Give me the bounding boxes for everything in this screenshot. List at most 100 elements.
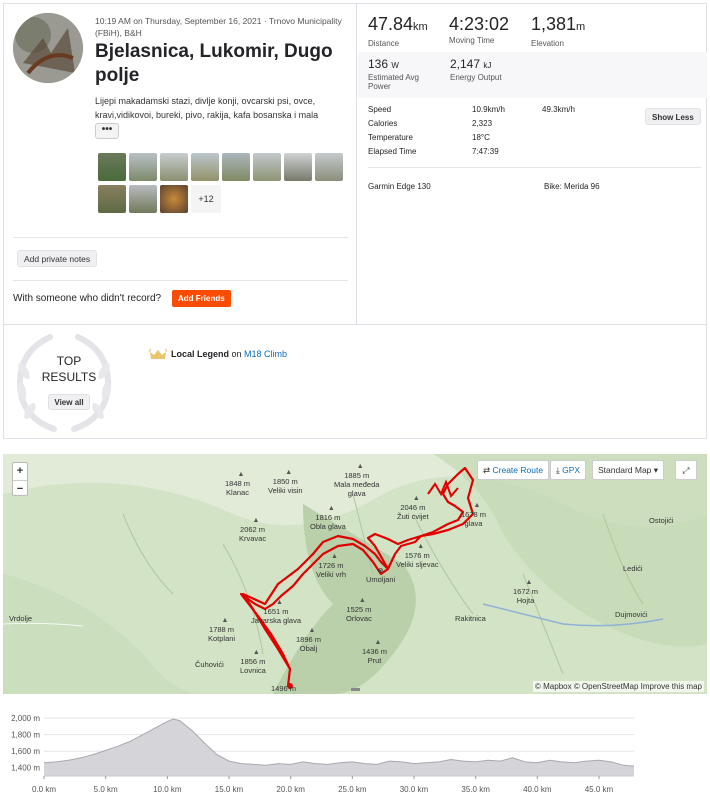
- secondary-stats: 136 W Estimated Avg Power 2,147 kJ Energ…: [358, 52, 707, 98]
- more-description-button[interactable]: •••: [95, 123, 119, 139]
- avatar-image: [13, 13, 83, 83]
- zoom-out-button[interactable]: −: [13, 480, 27, 496]
- divider: [4, 324, 706, 325]
- activity-summary: 10:19 AM on Thursday, September 16, 2021…: [4, 4, 357, 324]
- segment-link[interactable]: M18 Climb: [244, 349, 287, 359]
- local-legend-achievement: Local Legend on M18 Climb: [149, 347, 287, 361]
- peak-name: 2046 m Žuti cvijet: [397, 503, 429, 521]
- add-private-notes-button[interactable]: Add private notes: [17, 250, 98, 267]
- add-friends-button[interactable]: Add Friends: [172, 290, 231, 307]
- peak-label: ▲ 1436 m Prut: [362, 638, 387, 665]
- peak-label: ▲ 1678 m glava: [461, 501, 486, 528]
- detail-label: Speed: [368, 105, 392, 114]
- peak-label: 1496 m: [271, 684, 296, 693]
- chevron-down-icon: ▾: [653, 465, 659, 475]
- stat-value: 1,381: [531, 14, 577, 34]
- photo-thumbnail[interactable]: [160, 153, 188, 181]
- stat-label: Distance: [368, 39, 400, 48]
- route-map[interactable]: + − ⇄ Create Route ⤓ GPX Standard Map ▾ …: [3, 454, 707, 694]
- divider: [13, 237, 348, 238]
- map-attribution[interactable]: © Mapbox © OpenStreetMap Improve this ma…: [533, 681, 704, 692]
- zoom-in-button[interactable]: +: [13, 463, 27, 479]
- divider: [13, 280, 348, 281]
- peak-name: 1896 m Obalj: [296, 635, 322, 653]
- stat-unit: m: [576, 21, 586, 33]
- peak-label: ▲ 1788 m Kotplani: [208, 616, 235, 643]
- peak-label: ▲ 2062 m Krvavac: [239, 516, 266, 543]
- peak-icon: ▲: [374, 639, 382, 646]
- avatar[interactable]: [13, 13, 83, 83]
- stat-value: 4:23:02: [449, 14, 510, 34]
- download-icon: ⤓: [556, 465, 560, 475]
- map-style-select[interactable]: Standard Map ▾: [592, 460, 665, 480]
- stat-value: 47.84: [368, 14, 414, 34]
- view-all-button[interactable]: View all: [48, 394, 90, 410]
- peak-name: 1651 m Javarska glava: [251, 607, 302, 625]
- fullscreen-button[interactable]: ⤢: [675, 460, 697, 480]
- photo-thumbnail[interactable]: [284, 153, 312, 181]
- place-label: ⊗ Umoljani: [366, 566, 395, 584]
- detail-label: Calories: [368, 119, 398, 128]
- x-tick-label: 5.0 km: [94, 785, 118, 794]
- peak-icon: ▲: [473, 502, 481, 509]
- local-legend-connector: on: [229, 349, 245, 359]
- photo-thumbnail[interactable]: [253, 153, 281, 181]
- elevation-profile-chart[interactable]: 2,000 m 1,800 m 1,600 m 1,400 m 0.0 km 5.0 km…: [0, 706, 710, 800]
- zoom-controls: + −: [12, 462, 28, 496]
- peak-label: ▲ 1651 m Javarska glava: [251, 598, 301, 625]
- place-label: Vrdolje: [9, 614, 33, 623]
- stat-label: Energy Output: [450, 73, 502, 82]
- peak-label: ▲ 1672 m Hojta: [513, 578, 538, 605]
- peak-name: 1672 m Hojta: [513, 587, 539, 605]
- peak-label: ▲ 1726 m Veliki vrh: [316, 552, 346, 579]
- photo-thumbnail[interactable]: [129, 153, 157, 181]
- photo-thumbnail[interactable]: [129, 185, 157, 213]
- gpx-label: GPX: [562, 465, 581, 475]
- peak-name: 1885 m Mala međeda glava: [334, 471, 380, 498]
- detail-value: 10.9km/h: [472, 105, 505, 114]
- peak-name: 2062 m Krvavac: [239, 525, 267, 543]
- peak-name: 1850 m Veliki visin: [268, 477, 303, 495]
- activity-meta: 10:19 AM on Thursday, September 16, 2021…: [95, 16, 342, 38]
- photo-thumbnail[interactable]: [191, 153, 219, 181]
- peak-icon: ▲: [252, 517, 260, 524]
- stat-unit: kJ: [483, 61, 492, 70]
- record-prompt: With someone who didn't record?: [13, 293, 162, 304]
- show-less-button[interactable]: Show Less: [645, 108, 701, 125]
- peak-icon: ▲: [412, 495, 420, 502]
- peak-icon: ▲: [308, 627, 316, 634]
- photo-thumbnail[interactable]: [98, 153, 126, 181]
- photo-thumbnail[interactable]: [222, 153, 250, 181]
- peak-icon: ▲: [358, 597, 366, 604]
- x-tick-label: 45.0 km: [585, 785, 614, 794]
- peak-label: ▲ 1850 m Veliki visin: [268, 468, 303, 495]
- create-route-button[interactable]: ⇄ Create Route: [477, 460, 550, 480]
- peak-name: 1848 m Klanac: [225, 479, 251, 497]
- peak-icon: ▲: [417, 543, 425, 550]
- peak-label: ▲ 1576 m Veliki sljevac: [396, 542, 439, 569]
- stat-energy-output: 2,147 kJ Energy Output: [450, 57, 530, 82]
- peak-icon: ▲: [285, 469, 293, 476]
- peak-icon: ▲: [331, 553, 338, 560]
- more-photos-button[interactable]: +12: [191, 185, 221, 213]
- stat-moving-time: 4:23:02 Moving Time: [449, 14, 509, 46]
- local-legend-label: Local Legend: [171, 349, 230, 359]
- photo-thumbnail[interactable]: [98, 185, 126, 213]
- gpx-download-button[interactable]: ⤓ GPX: [550, 460, 587, 480]
- device-name: Garmin Edge 130: [368, 182, 431, 191]
- activity-title: Bjelasnica, Lukomir, Dugo polje: [95, 41, 333, 86]
- photo-thumbnail[interactable]: [160, 185, 188, 213]
- peak-name: 1788 m Kotplani: [208, 625, 236, 643]
- fullscreen-icon: ⤢: [682, 465, 690, 475]
- peak-icon: ▲: [237, 471, 245, 478]
- peak-name: 1525 m Orlovac: [346, 605, 372, 623]
- peak-label: ▲ 1896 m Obalj: [296, 626, 321, 653]
- stat-label: Estimated Avg Power: [368, 73, 419, 91]
- x-tick-label: 10.0 km: [153, 785, 182, 794]
- activity-stats: 47.84km Distance 4:23:02 Moving Time 1,3…: [358, 4, 707, 324]
- x-tick-label: 35.0 km: [461, 785, 490, 794]
- y-tick-label: 1,800 m: [11, 731, 40, 740]
- x-tick-label: 40.0 km: [523, 785, 552, 794]
- stat-distance: 47.84km Distance: [368, 14, 428, 49]
- photo-thumbnail[interactable]: [315, 153, 343, 181]
